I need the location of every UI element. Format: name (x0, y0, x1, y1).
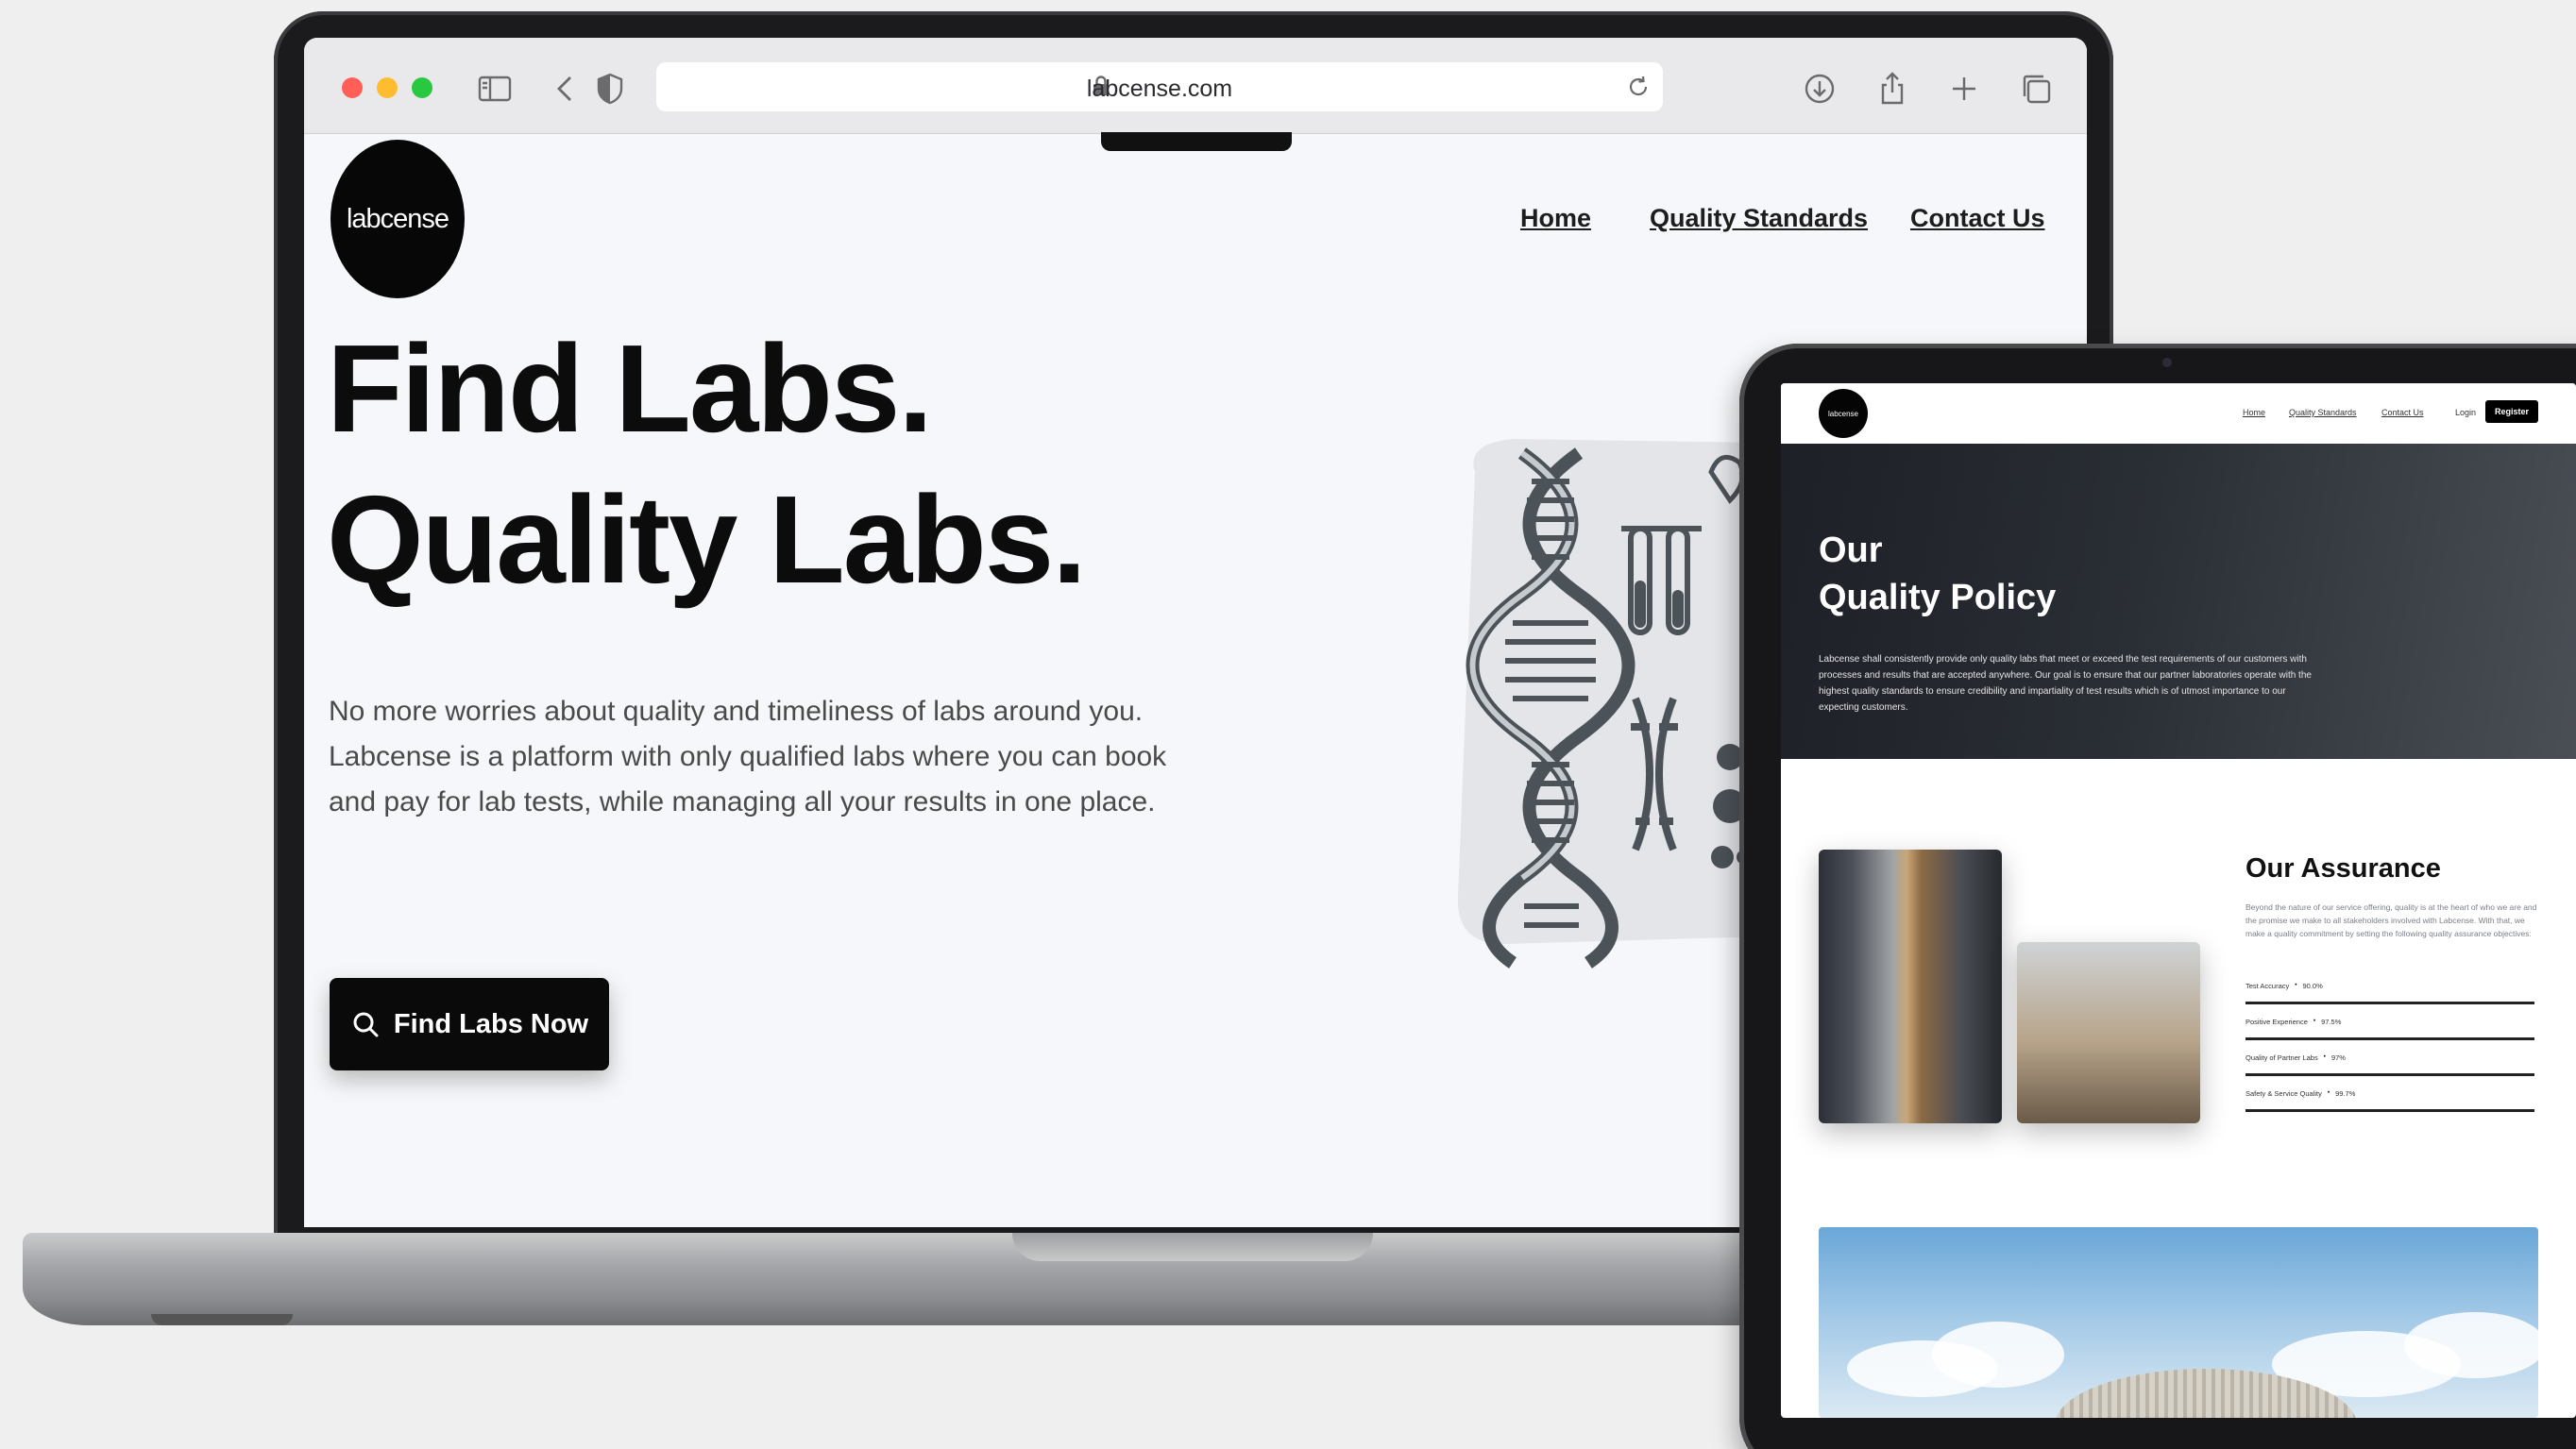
stat-label: Safety & Service Quality (2246, 1089, 2322, 1098)
find-labs-button-label: Find Labs Now (393, 1008, 589, 1039)
assurance-stat: Positive Experience · 97.5% (2246, 1012, 2534, 1040)
quality-policy-banner: Our Quality Policy Labcense shall consis… (1781, 444, 2576, 759)
tablet-register-button[interactable]: Register (2485, 400, 2538, 423)
address-bar[interactable]: labcense.com (656, 62, 1663, 111)
sidebar-icon[interactable] (476, 70, 514, 108)
quality-policy-title: Our Quality Policy (1819, 527, 2056, 621)
stat-value: 97.5% (2321, 1018, 2342, 1026)
laptop-foot (151, 1314, 293, 1325)
assurance-title: Our Assurance (2246, 853, 2441, 884)
hero-description: No more worries about quality and timeli… (329, 696, 1167, 817)
tablet-login-link[interactable]: Login (2455, 408, 2476, 417)
tab-overview-icon[interactable] (2017, 70, 2055, 108)
nav-home-link[interactable]: Home (1520, 204, 1591, 233)
tablet-camera (2162, 358, 2172, 367)
download-icon[interactable] (1801, 70, 1839, 108)
stat-value: 90.0% (2302, 982, 2323, 990)
close-window-button[interactable] (342, 77, 363, 98)
url-text: labcense.com (1086, 76, 1233, 102)
tablet-screen: labcense Home Quality Standards Contact … (1781, 383, 2576, 1418)
nav-quality-standards-link[interactable]: Quality Standards (1650, 204, 1868, 233)
stat-value: 97% (2330, 1053, 2346, 1062)
hero-heading-line2: Quality Labs. (327, 470, 1087, 609)
camera-notch (1101, 132, 1292, 151)
office-corridor-photo (1819, 850, 2002, 1123)
office-workspace-photo (2017, 942, 2200, 1123)
reload-icon[interactable] (1625, 74, 1652, 100)
assurance-stat: Quality of Partner Labs · 97% (2246, 1048, 2534, 1076)
share-icon[interactable] (1873, 70, 1911, 108)
stat-value: 99.7% (2335, 1089, 2356, 1098)
tablet-site-logo-text: labcense (1827, 409, 1859, 418)
laptop-opening-notch (1012, 1233, 1373, 1261)
browser-toolbar: labcense.com (304, 38, 2087, 134)
tablet-nav-quality-standards-link[interactable]: Quality Standards (2289, 408, 2357, 417)
hero-heading: Find Labs. Quality Labs. (327, 313, 1087, 615)
assurance-description: Beyond the nature of our service offerin… (2246, 902, 2537, 938)
search-icon (353, 1012, 379, 1037)
tablet-nav-contact-us-link[interactable]: Contact Us (2381, 408, 2424, 417)
tablet-nav-home-link[interactable]: Home (2243, 408, 2265, 417)
tablet-site-logo[interactable]: labcense (1819, 389, 1868, 438)
find-labs-button[interactable]: Find Labs Now (330, 978, 609, 1070)
minimize-window-button[interactable] (377, 77, 398, 98)
tablet-site-header: labcense Home Quality Standards Contact … (1781, 383, 2576, 444)
quality-policy-title-line1: Our (1819, 531, 1883, 570)
site-logo-text: labcense (346, 203, 449, 234)
new-tab-icon[interactable] (1945, 70, 1983, 108)
building-sky-photo (1819, 1227, 2538, 1418)
quality-policy-description: Labcense shall consistently provide only… (1819, 654, 2312, 713)
assurance-stat: Test Accuracy · 90.0% (2246, 976, 2534, 1004)
quality-policy-title-line2: Quality Policy (1819, 578, 2057, 617)
hero-heading-line1: Find Labs. (327, 319, 933, 458)
nav-contact-us-link[interactable]: Contact Us (1910, 204, 2045, 233)
zoom-window-button[interactable] (412, 77, 432, 98)
stat-label: Test Accuracy (2246, 982, 2290, 990)
stat-label: Quality of Partner Labs (2246, 1053, 2318, 1062)
privacy-shield-icon[interactable] (591, 70, 629, 108)
assurance-stat: Safety & Service Quality · 99.7% (2246, 1084, 2534, 1112)
back-icon[interactable] (548, 70, 585, 108)
site-logo[interactable]: labcense (330, 140, 465, 298)
stat-label: Positive Experience (2246, 1018, 2308, 1026)
